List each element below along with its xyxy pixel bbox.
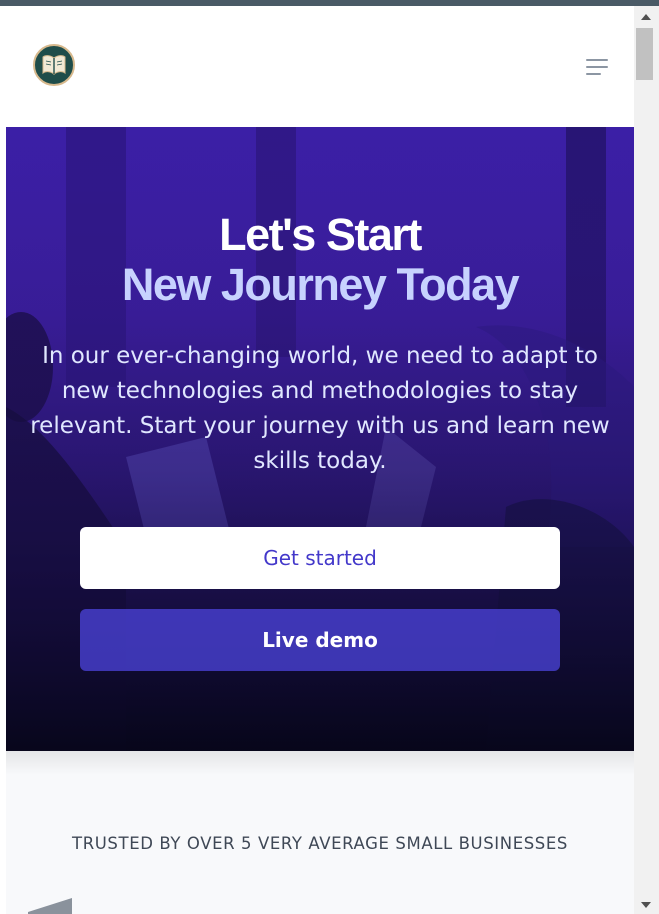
site-logo[interactable] (33, 44, 75, 86)
hero-title-line1: Let's Start (219, 209, 422, 260)
hamburger-menu-icon[interactable] (586, 56, 612, 78)
hero-title-line2: New Journey Today (121, 259, 520, 310)
hero-description-line: relevant. Start your journey with us and… (30, 413, 610, 439)
open-book-icon (42, 55, 66, 75)
get-started-button[interactable]: Get started (80, 527, 560, 589)
hero-description-line: new technologies and methodologies to st… (61, 378, 579, 404)
scrollbar-thumb[interactable] (636, 28, 653, 80)
scroll-down-icon[interactable] (641, 902, 651, 908)
hero-shadow (6, 751, 634, 775)
vertical-scrollbar[interactable] (634, 6, 659, 914)
hero-description: In our ever-changing world, we need to a… (20, 339, 620, 479)
scroll-up-icon[interactable] (641, 14, 651, 20)
live-demo-button[interactable]: Live demo (80, 609, 560, 671)
hero-description-line: In our ever-changing world, we need to a… (42, 343, 598, 369)
partner-logo-icon (28, 898, 72, 914)
site-header (6, 6, 634, 127)
hero-section: Let's Start New Journey Today In our eve… (6, 127, 634, 751)
trusted-by-heading: TRUSTED BY OVER 5 VERY AVERAGE SMALL BUS… (72, 834, 568, 853)
page: Let's Start New Journey Today In our eve… (6, 6, 634, 914)
hero-description-line: skills today. (253, 448, 387, 474)
